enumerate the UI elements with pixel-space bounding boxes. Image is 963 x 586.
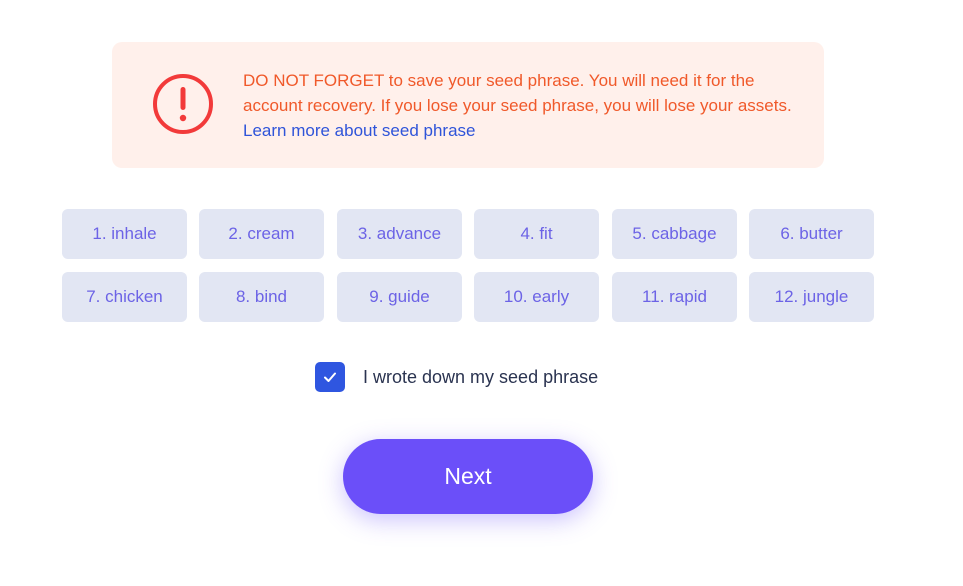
seed-word-4[interactable]: 4. fit (474, 209, 599, 259)
checkmark-icon (324, 372, 336, 382)
seed-phrase-confirmation[interactable]: I wrote down my seed phrase (315, 362, 598, 392)
seed-word-10[interactable]: 10. early (474, 272, 599, 322)
seed-phrase-warning: DO NOT FORGET to save your seed phrase. … (112, 42, 824, 168)
seed-word-11[interactable]: 11. rapid (612, 272, 737, 322)
seed-word-8[interactable]: 8. bind (199, 272, 324, 322)
seed-word-3[interactable]: 3. advance (337, 209, 462, 259)
seed-word-12[interactable]: 12. jungle (749, 272, 874, 322)
seed-word-7[interactable]: 7. chicken (62, 272, 187, 322)
warning-text: DO NOT FORGET to save your seed phrase. … (243, 68, 813, 143)
seed-word-5[interactable]: 5. cabbage (612, 209, 737, 259)
confirmation-checkbox[interactable] (315, 362, 345, 392)
confirmation-label: I wrote down my seed phrase (363, 366, 599, 387)
next-button[interactable]: Next (343, 439, 593, 514)
learn-more-link[interactable]: Learn more about seed phrase (243, 121, 476, 140)
exclamation-circle-icon (153, 74, 213, 134)
seed-word-9[interactable]: 9. guide (337, 272, 462, 322)
warning-emphasis: DO NOT FORGET (243, 71, 385, 90)
seed-word-2[interactable]: 2. cream (199, 209, 324, 259)
seed-word-6[interactable]: 6. butter (749, 209, 874, 259)
seed-word-1[interactable]: 1. inhale (62, 209, 187, 259)
